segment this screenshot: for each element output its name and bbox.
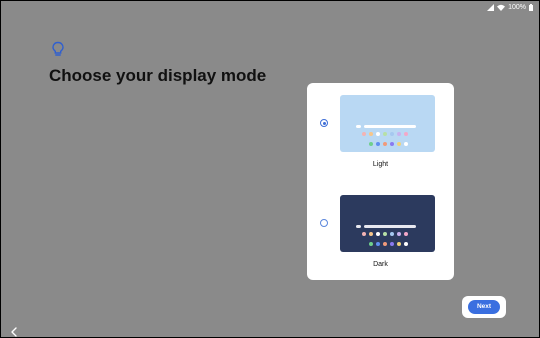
preview-app-icon [383, 232, 387, 236]
preview-app-icon [383, 132, 387, 136]
preview-app-icon [390, 232, 394, 236]
preview-dock-icon [369, 142, 373, 146]
preview-dock-icon [376, 142, 380, 146]
light-mode-radio[interactable] [320, 119, 328, 127]
preview-dock-icon [390, 142, 394, 146]
preview-dock-icon [390, 242, 394, 246]
preview-app-icon [404, 232, 408, 236]
preview-app-icon [376, 232, 380, 236]
battery-percent: 100% [508, 3, 526, 11]
preview-app-icon [369, 232, 373, 236]
dark-mode-radio[interactable] [320, 219, 328, 227]
setup-screen: 100% Choose your display mode Light Dark… [1, 1, 539, 337]
preview-weather-widget [356, 225, 361, 228]
preview-dock-icon [383, 242, 387, 246]
preview-search-bar [364, 125, 416, 128]
preview-app-icon [397, 132, 401, 136]
preview-dock-icon [383, 142, 387, 146]
page-title: Choose your display mode [49, 66, 267, 85]
preview-app-icon [362, 132, 366, 136]
preview-dock-icon [397, 242, 401, 246]
preview-app-icon [390, 132, 394, 136]
next-button[interactable]: Next [468, 300, 500, 314]
preview-dock-icon [404, 142, 408, 146]
preview-app-icon [362, 232, 366, 236]
dark-mode-label: Dark [373, 261, 388, 268]
preview-dock-icon [404, 242, 408, 246]
preview-weather-widget [356, 125, 361, 128]
display-mode-card: Light Dark [307, 83, 454, 280]
preview-dock-icon [369, 242, 373, 246]
dark-mode-preview [340, 195, 435, 252]
preview-app-icon [404, 132, 408, 136]
preview-app-icon [397, 232, 401, 236]
preview-app-icon [369, 132, 373, 136]
preview-app-icon [376, 132, 380, 136]
battery-icon [529, 3, 533, 11]
back-chevron-icon[interactable] [10, 324, 18, 337]
preview-dock-icon [397, 142, 401, 146]
status-bar: 100% [487, 2, 533, 12]
preview-search-bar [364, 225, 416, 228]
wifi-icon [497, 4, 506, 11]
lightbulb-icon [51, 41, 65, 57]
light-mode-label: Light [372, 161, 389, 168]
preview-dock-icon [376, 242, 380, 246]
light-mode-preview [340, 95, 435, 152]
signal-icon [487, 3, 495, 11]
